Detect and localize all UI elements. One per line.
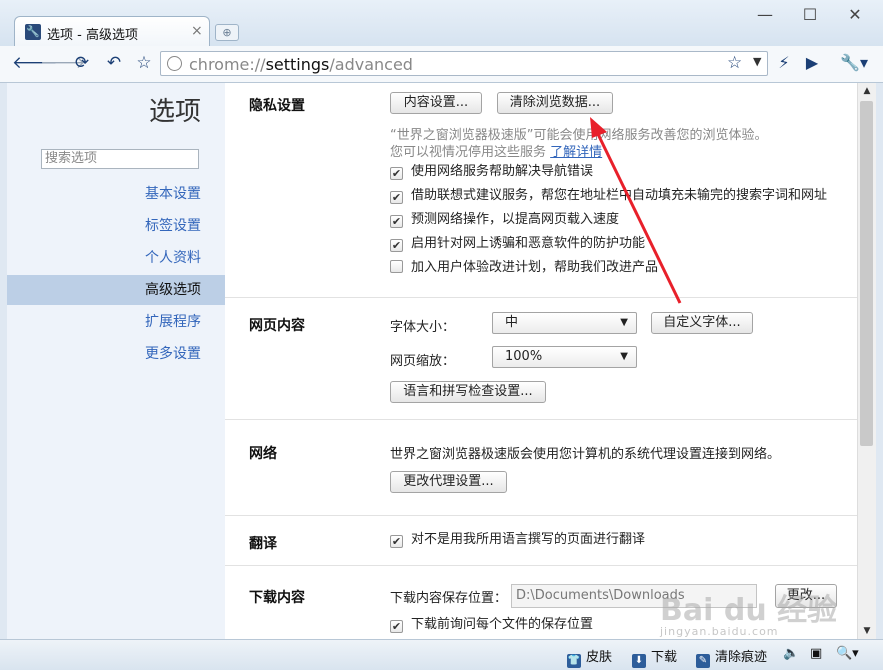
chevron-down-icon: ▼	[620, 317, 628, 328]
bookmark-star-icon[interactable]: ☆	[132, 52, 156, 74]
forward-icon[interactable]: 🡒	[40, 52, 86, 74]
sidebar-title: 选项	[148, 97, 201, 127]
checkbox-checked-icon: ✔	[390, 239, 403, 252]
chevron-down-icon: ▼	[620, 351, 628, 362]
checkbox-checked-icon: ✔	[390, 215, 403, 228]
scrollbar[interactable]: ▲ ▼	[857, 83, 876, 639]
change-proxy-button[interactable]: 更改代理设置...	[390, 471, 507, 493]
checkbox-nav-errors[interactable]: ✔ 使用网络服务帮助解决导航错误	[390, 163, 593, 181]
download-location-label: 下载内容保存位置：	[390, 591, 508, 606]
checkbox-translate[interactable]: ✔ 对不是用我所用语言撰写的页面进行翻译	[390, 531, 645, 549]
scroll-up-icon[interactable]: ▲	[858, 83, 876, 99]
checkbox-prefetch[interactable]: ✔ 预测网络操作，以提高网页载入速度	[390, 211, 619, 229]
play-icon[interactable]: ▶	[800, 52, 824, 74]
dropdown-icon[interactable]: ▼	[753, 55, 761, 68]
checkbox-suggestions[interactable]: ✔ 借助联想式建议服务，帮您在地址栏中自动填充未输完的搜索字词和网址	[390, 187, 827, 205]
volume-icon[interactable]: 🔈	[783, 646, 799, 661]
web-content-section: 网页内容 字体大小： 中 ▼ 自定义字体... 网页缩放： 100% ▼ 语言和拼写…	[225, 297, 857, 420]
checkbox-checked-icon: ✔	[390, 167, 403, 180]
font-size-label: 字体大小：	[390, 320, 456, 335]
privacy-section: 隐私设置 内容设置... 清除浏览数据... “世界之窗浏览器极速版”可能会使用…	[225, 83, 857, 298]
undo-icon[interactable]: ↶	[102, 52, 126, 74]
downloads-title: 下载内容	[249, 590, 305, 606]
sidebar: 选项 搜索选项 基本设置 标签设置 个人资料 高级选项 扩展程序 更多设置	[7, 83, 225, 639]
minimize-button[interactable]: —	[745, 4, 785, 26]
checkbox-checked-icon: ✔	[390, 191, 403, 204]
wrench-menu-icon[interactable]: 🔧▾	[836, 52, 872, 74]
custom-fonts-button[interactable]: 自定义字体...	[651, 312, 753, 334]
web-content-title: 网页内容	[249, 318, 305, 334]
url-text: chrome://settings/advanced	[189, 55, 413, 74]
checkbox-checked-icon: ✔	[390, 535, 403, 548]
zoom-label: 网页缩放：	[390, 354, 456, 369]
sidebar-item-profile[interactable]: 个人资料	[7, 243, 225, 273]
watermark: Bai du 经验 jingyan.baidu.com	[660, 593, 838, 638]
translate-section: 翻译 ✔ 对不是用我所用语言撰写的页面进行翻译	[225, 515, 857, 566]
skin-icon: 👕	[567, 654, 581, 668]
sidebar-item-more[interactable]: 更多设置	[7, 339, 225, 369]
broom-icon: ✎	[696, 654, 710, 668]
tab-title: 选项 - 高级选项	[47, 28, 138, 43]
zoom-search-icon[interactable]: 🔍▾	[836, 646, 859, 661]
title-bar: 🔧 选项 - 高级选项 × ⊕ — ☐ ✕	[0, 0, 883, 46]
settings-main: 隐私设置 内容设置... 清除浏览数据... “世界之窗浏览器极速版”可能会使用…	[225, 83, 857, 639]
translate-title: 翻译	[249, 536, 277, 552]
language-spellcheck-button[interactable]: 语言和拼写检查设置...	[390, 381, 546, 403]
settings-page: 选项 搜索选项 基本设置 标签设置 个人资料 高级选项 扩展程序 更多设置 隐私…	[7, 83, 876, 639]
sidebar-item-basic[interactable]: 基本设置	[7, 179, 225, 209]
privacy-description-2: 您可以视情况停用这些服务 了解详情	[390, 145, 603, 160]
status-bar: 👕 皮肤 ⬇ 下载 ✎ 清除痕迹 🔈 ▣ 🔍▾	[0, 639, 883, 670]
globe-icon	[167, 56, 182, 71]
download-icon: ⬇	[632, 654, 646, 668]
network-title: 网络	[249, 446, 277, 462]
tab-close-icon[interactable]: ×	[191, 23, 203, 39]
wrench-icon: 🔧	[25, 24, 41, 40]
scroll-thumb[interactable]	[860, 101, 873, 446]
lightning-icon[interactable]: ⚡	[772, 52, 796, 74]
sidebar-item-tabs[interactable]: 标签设置	[7, 211, 225, 241]
privacy-title: 隐私设置	[249, 98, 305, 114]
search-input[interactable]: 搜索选项	[41, 149, 199, 169]
refresh-icon[interactable]: ⟳	[70, 52, 94, 74]
download-button[interactable]: ⬇ 下载	[632, 646, 677, 668]
clear-browsing-data-button[interactable]: 清除浏览数据...	[497, 92, 613, 114]
new-tab-button[interactable]: ⊕	[215, 24, 239, 41]
checkbox-unchecked-icon	[390, 260, 403, 273]
learn-more-link[interactable]: 了解详情	[550, 145, 602, 160]
window-icon[interactable]: ▣	[810, 646, 822, 661]
sidebar-item-extensions[interactable]: 扩展程序	[7, 307, 225, 337]
checkbox-ux-program[interactable]: 加入用户体验改进计划，帮助我们改进产品	[390, 259, 658, 277]
close-button[interactable]: ✕	[835, 4, 875, 26]
toolbar: 🡐 🡒 ⟳ ↶ ☆ chrome://settings/advanced ☆ ▼…	[0, 46, 883, 83]
clear-traces-button[interactable]: ✎ 清除痕迹	[696, 646, 767, 668]
scroll-down-icon[interactable]: ▼	[858, 623, 876, 639]
checkbox-checked-icon: ✔	[390, 620, 403, 633]
network-description: 世界之窗浏览器极速版会使用您计算机的系统代理设置连接到网络。	[390, 447, 781, 462]
back-icon[interactable]: 🡐	[12, 52, 58, 74]
sidebar-item-advanced[interactable]: 高级选项	[7, 275, 225, 305]
skin-button[interactable]: 👕 皮肤	[567, 646, 612, 668]
checkbox-ask-location[interactable]: ✔ 下载前询问每个文件的保存位置	[390, 616, 593, 634]
font-size-select[interactable]: 中 ▼	[492, 312, 637, 334]
address-bar[interactable]: chrome://settings/advanced ☆ ▼	[160, 51, 768, 76]
checkbox-phishing[interactable]: ✔ 启用针对网上诱骗和恶意软件的防护功能	[390, 235, 645, 253]
network-section: 网络 世界之窗浏览器极速版会使用您计算机的系统代理设置连接到网络。 更改代理设置…	[225, 419, 857, 516]
star-icon[interactable]: ☆	[727, 53, 742, 73]
maximize-button[interactable]: ☐	[790, 4, 830, 26]
zoom-select[interactable]: 100% ▼	[492, 346, 637, 368]
browser-window: 🔧 选项 - 高级选项 × ⊕ — ☐ ✕ 🡐 🡒 ⟳ ↶ ☆ chrome:/…	[0, 0, 883, 670]
content-settings-button[interactable]: 内容设置...	[390, 92, 482, 114]
tab-settings[interactable]: 🔧 选项 - 高级选项 ×	[14, 16, 210, 46]
